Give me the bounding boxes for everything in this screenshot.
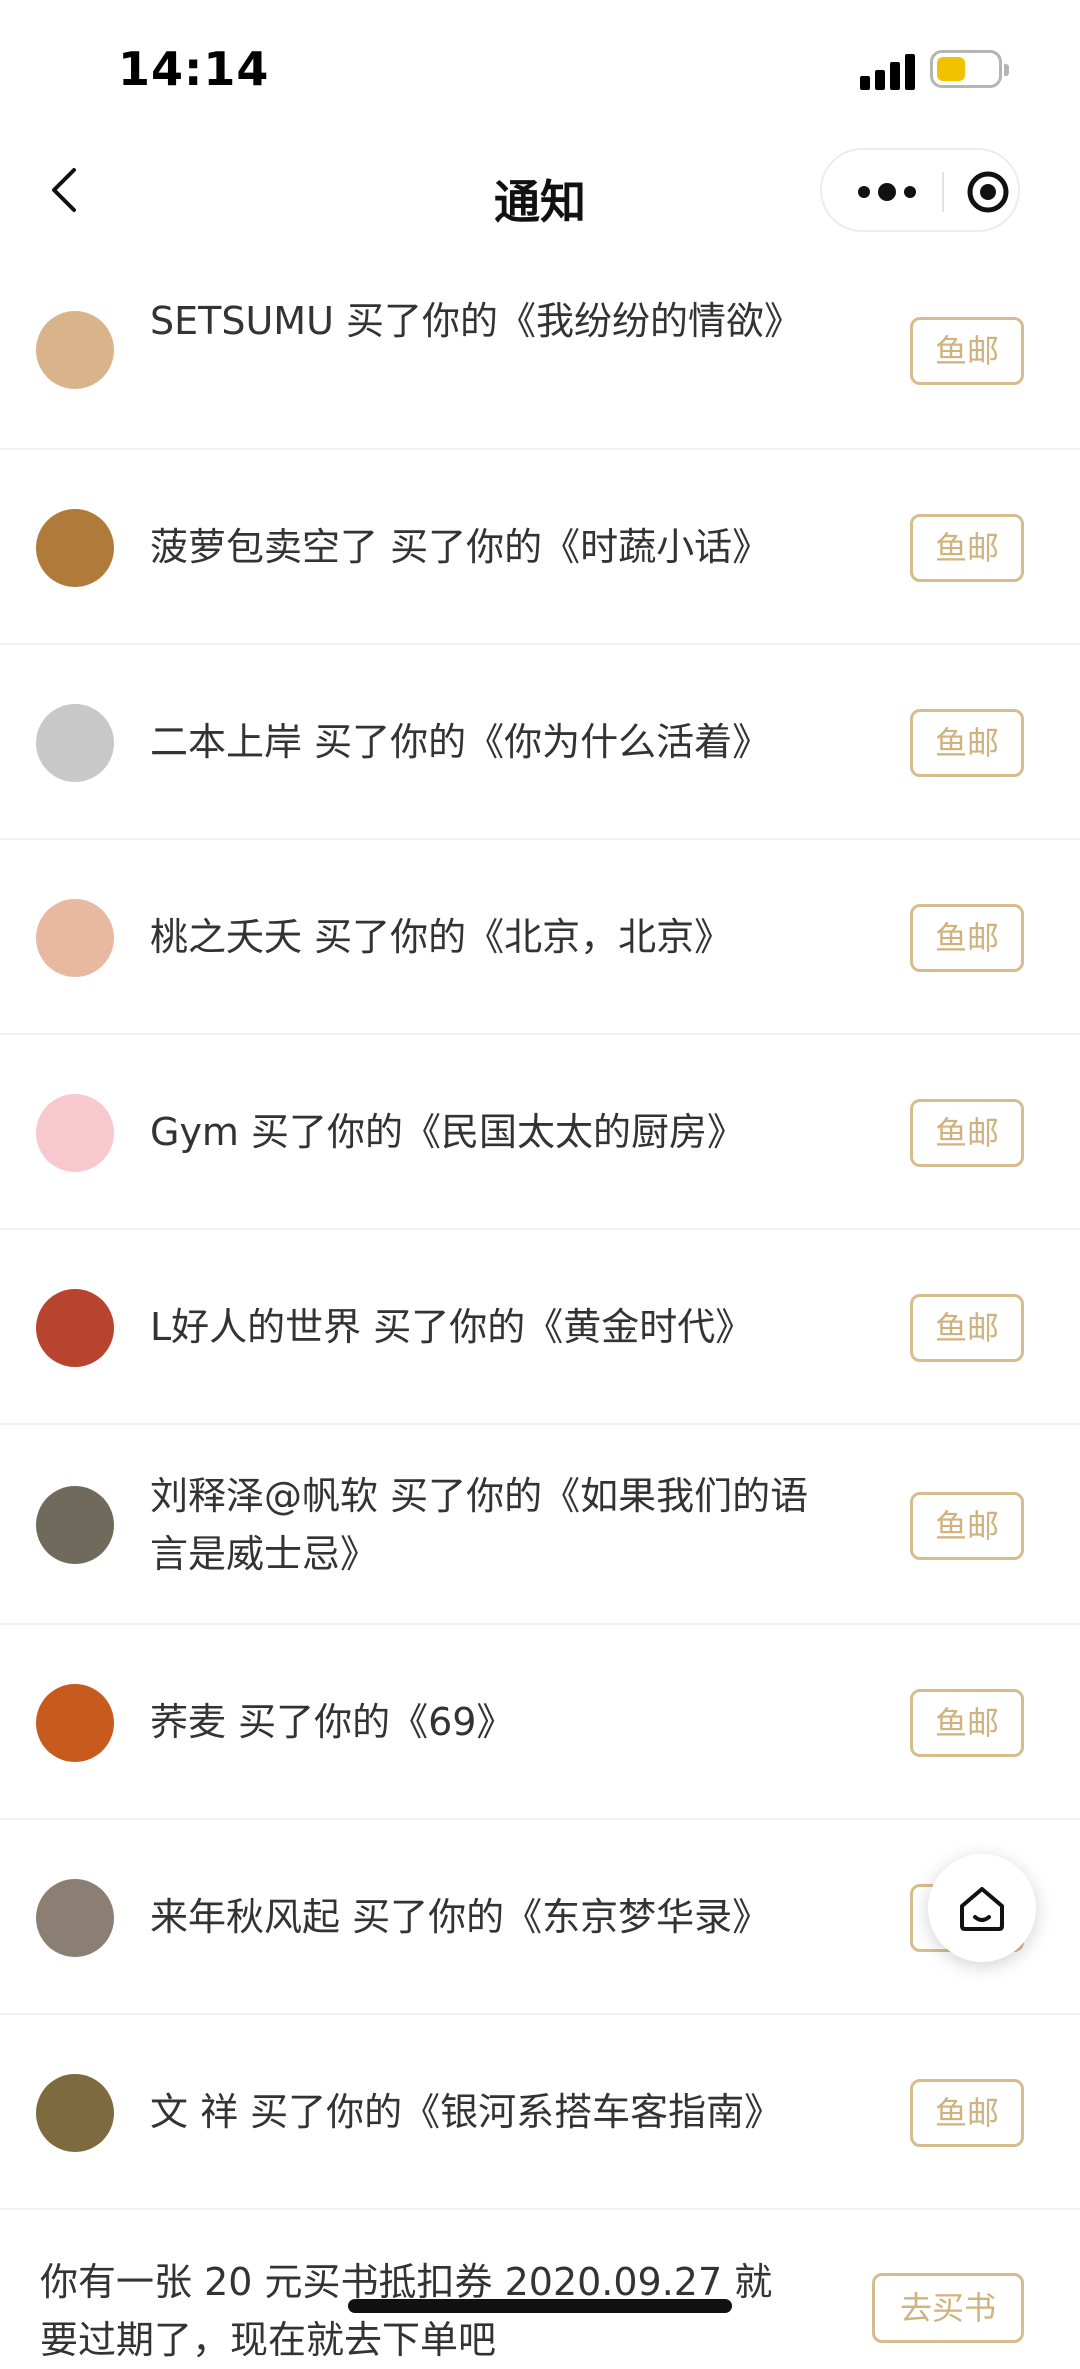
home-indicator: [348, 2299, 732, 2313]
ship-button[interactable]: 鱼邮: [910, 514, 1024, 582]
status-time: 14:14: [118, 42, 270, 96]
avatar: [36, 311, 114, 389]
list-item[interactable]: Gym 买了你的《民国太太的厨房》 鱼邮: [0, 1035, 1080, 1230]
avatar: [36, 704, 114, 782]
avatar: [36, 509, 114, 587]
avatar: [36, 2074, 114, 2152]
notification-text: 刘释泽@帆软 买了你的《如果我们的语言是威士忌》: [150, 1474, 809, 1576]
ship-button[interactable]: 鱼邮: [910, 1294, 1024, 1362]
buy-book-button[interactable]: 去买书: [872, 2273, 1024, 2343]
list-item[interactable]: 来年秋风起 买了你的《东京梦华录》 鱼邮: [0, 1820, 1080, 2015]
home-button[interactable]: [928, 1854, 1036, 1962]
home-icon: [960, 1887, 1004, 1931]
ship-button[interactable]: 鱼邮: [910, 1099, 1024, 1167]
list-item[interactable]: 荞麦 买了你的《69》 鱼邮: [0, 1625, 1080, 1820]
list-item[interactable]: 桃之夭夭 买了你的《北京，北京》 鱼邮: [0, 840, 1080, 1035]
notification-text: 荞麦 买了你的《69》: [150, 1700, 515, 1744]
notification-text: 来年秋风起 买了你的《东京梦华录》: [150, 1895, 771, 1939]
avatar: [36, 899, 114, 977]
list-item[interactable]: 刘释泽@帆软 买了你的《如果我们的语言是威士忌》 鱼邮: [0, 1425, 1080, 1625]
notification-text: SETSUMU 买了你的《我纷纷的情欲》: [150, 299, 802, 343]
notification-text: 二本上岸 买了你的《你为什么活着》: [150, 720, 771, 764]
notification-text: L好人的世界 买了你的《黄金时代》: [150, 1305, 754, 1349]
menu-capsule: [820, 148, 1020, 232]
avatar: [36, 1289, 114, 1367]
avatar: [36, 1094, 114, 1172]
coupon-banner: 你有一张 20 元买书抵扣券 2020.09.27 就要过期了，现在就去下单吧 …: [0, 2225, 1080, 2362]
list-item[interactable]: SETSUMU 买了你的《我纷纷的情欲》 鱼邮: [0, 250, 1080, 450]
more-dots-icon[interactable]: [854, 174, 924, 210]
signal-icon: [860, 52, 916, 90]
ship-button[interactable]: 鱼邮: [910, 1689, 1024, 1757]
list-item[interactable]: 菠萝包卖空了 买了你的《时蔬小话》 鱼邮: [0, 450, 1080, 645]
avatar: [36, 1684, 114, 1762]
notification-text: 文 祥 买了你的《银河系搭车客指南》: [150, 2090, 783, 2134]
ship-button[interactable]: 鱼邮: [910, 2079, 1024, 2147]
notification-text: Gym 买了你的《民国太太的厨房》: [150, 1110, 746, 1154]
ship-button[interactable]: 鱼邮: [910, 904, 1024, 972]
nav-bar: 通知: [0, 130, 1080, 250]
target-icon[interactable]: [966, 170, 1010, 214]
list-item[interactable]: 文 祥 买了你的《银河系搭车客指南》 鱼邮: [0, 2015, 1080, 2210]
ship-button[interactable]: 鱼邮: [910, 709, 1024, 777]
ship-button[interactable]: 鱼邮: [910, 1492, 1024, 1560]
status-bar: 14:14: [0, 0, 1080, 130]
notification-list: SETSUMU 买了你的《我纷纷的情欲》 鱼邮 菠萝包卖空了 买了你的《时蔬小话…: [0, 250, 1080, 2210]
notification-text: 菠萝包卖空了 买了你的《时蔬小话》: [150, 525, 771, 569]
notification-text: 桃之夭夭 买了你的《北京，北京》: [150, 915, 733, 959]
capsule-divider: [942, 172, 944, 212]
battery-icon: [930, 50, 1009, 88]
list-item[interactable]: 二本上岸 买了你的《你为什么活着》 鱼邮: [0, 645, 1080, 840]
ship-button[interactable]: 鱼邮: [910, 317, 1024, 385]
avatar: [36, 1879, 114, 1957]
list-item[interactable]: L好人的世界 买了你的《黄金时代》 鱼邮: [0, 1230, 1080, 1425]
avatar: [36, 1486, 114, 1564]
